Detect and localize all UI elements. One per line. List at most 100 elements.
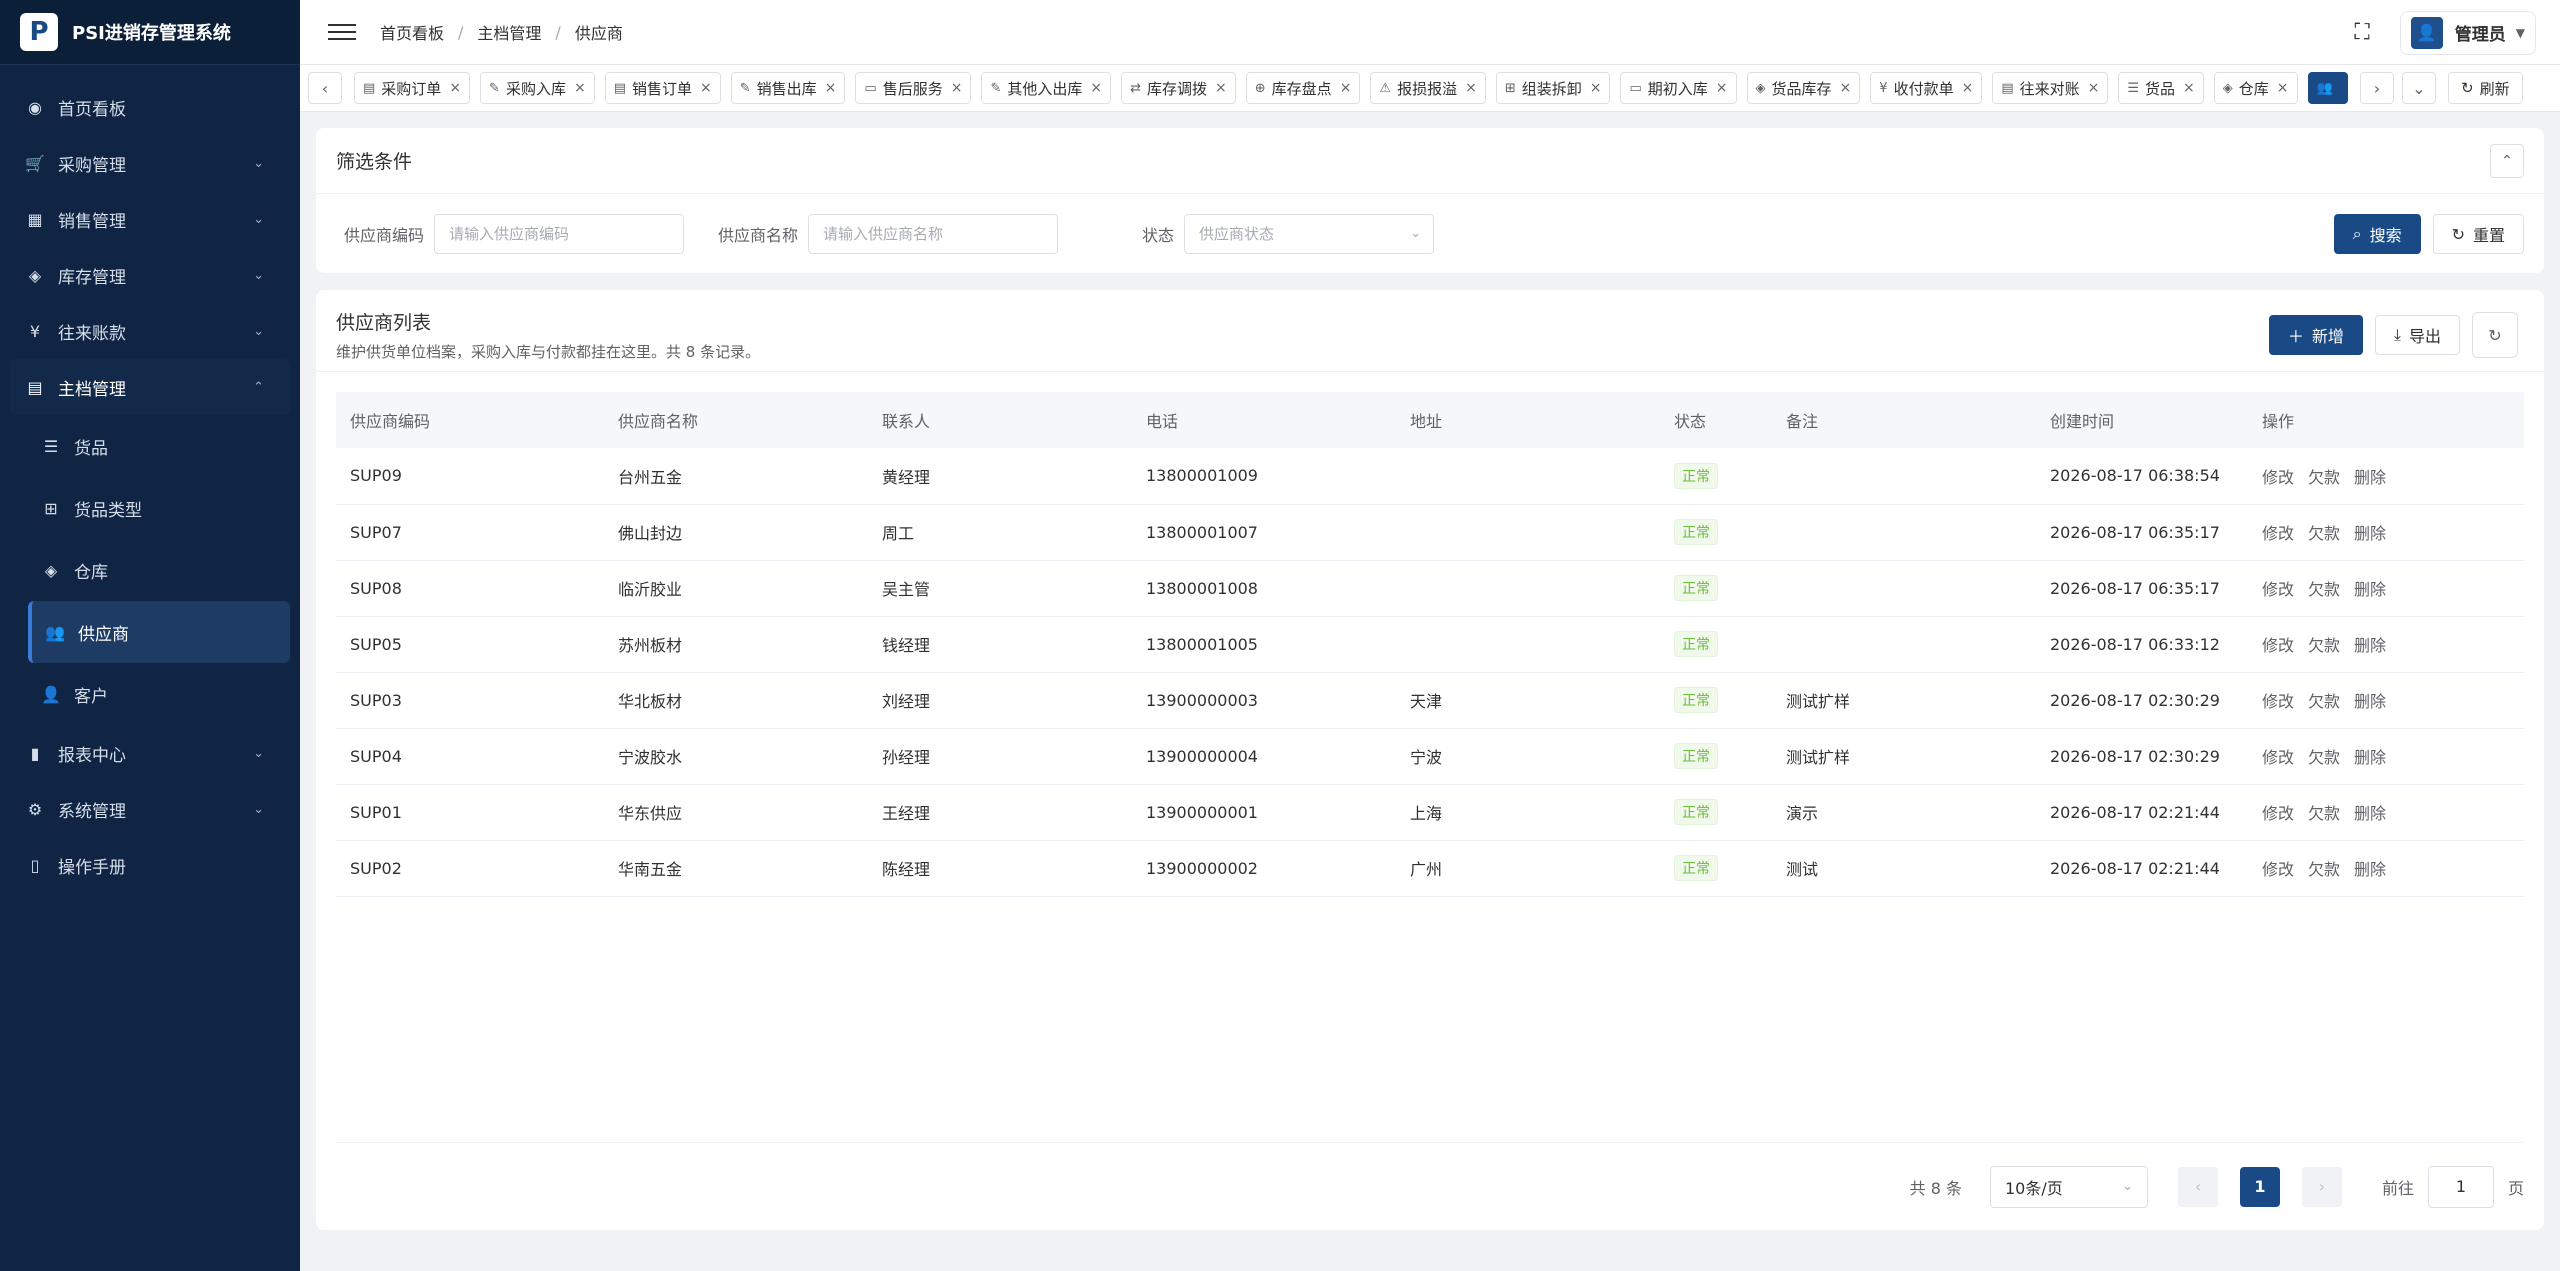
debt-button[interactable]: 欠款 <box>2308 636 2340 655</box>
sidebar-subitem-goods-type[interactable]: ⊞ 货品类型 <box>0 477 300 539</box>
delete-button[interactable]: 删除 <box>2354 636 2386 655</box>
tab-item[interactable]: ◈ 仓库 × <box>2213 72 2298 104</box>
fullscreen-icon[interactable]: ⛶ <box>2354 20 2369 45</box>
edit-button[interactable]: 修改 <box>2262 524 2294 543</box>
status-select[interactable]: 供应商状态 ⌄ <box>1184 213 1435 254</box>
edit-button[interactable]: 修改 <box>2262 468 2294 487</box>
menu-toggle-icon[interactable] <box>328 18 356 46</box>
delete-button[interactable]: 删除 <box>2354 468 2386 487</box>
breadcrumb-item[interactable]: 首页看板 <box>380 20 444 44</box>
close-icon[interactable]: × <box>574 80 586 96</box>
debt-button[interactable]: 欠款 <box>2308 524 2340 543</box>
close-icon[interactable]: × <box>1090 80 1102 96</box>
sidebar-subitem-supplier[interactable]: 👥 供应商 <box>28 601 290 663</box>
debt-button[interactable]: 欠款 <box>2308 748 2340 767</box>
tab-item[interactable]: ✎ 销售出库 × <box>730 72 846 104</box>
debt-button[interactable]: 欠款 <box>2308 860 2340 879</box>
search-button-label: 搜索 <box>2369 226 2402 245</box>
close-icon[interactable]: × <box>1340 80 1352 96</box>
close-icon[interactable]: × <box>1962 80 1974 96</box>
tab-item[interactable]: ▤ 往来对账 × <box>1992 72 2109 104</box>
next-page-button[interactable]: › <box>2301 1166 2342 1207</box>
tab-label: 其他入出库 <box>1007 79 1083 98</box>
edit-button[interactable]: 修改 <box>2262 692 2294 711</box>
sidebar-subitem-customer[interactable]: 👤 客户 <box>0 663 300 725</box>
close-icon[interactable]: × <box>1590 80 1602 96</box>
prev-page-button[interactable]: ‹ <box>2177 1166 2218 1207</box>
sidebar-item-sales[interactable]: ▦ 销售管理 ⌄ <box>0 191 300 247</box>
close-icon[interactable]: × <box>825 80 837 96</box>
tab-item[interactable]: ▤ 采购订单 × <box>354 72 471 104</box>
column-header: 联系人 <box>868 392 1132 448</box>
close-icon[interactable]: × <box>700 80 712 96</box>
close-icon[interactable]: × <box>1215 80 1227 96</box>
sidebar-item-accounts[interactable]: ¥ 往来账款 ⌄ <box>0 303 300 359</box>
close-icon[interactable]: × <box>2183 80 2195 96</box>
goto-page-input[interactable]: 1 <box>2427 1165 2494 1208</box>
cell-code: SUP09 <box>336 448 604 505</box>
sidebar-item-purchase[interactable]: 🛒 采购管理 ⌄ <box>0 135 300 191</box>
tab-item[interactable]: ▭ 期初入库 × <box>1620 72 1737 104</box>
delete-button[interactable]: 删除 <box>2354 580 2386 599</box>
sidebar-item-manual[interactable]: ▯ 操作手册 <box>0 837 300 893</box>
tabs-scroll-left-button[interactable]: ‹ <box>308 72 342 104</box>
delete-button[interactable]: 删除 <box>2354 692 2386 711</box>
reset-button[interactable]: ↻ 重置 <box>2432 214 2524 254</box>
logo[interactable]: P PSI进销存管理系统 <box>0 0 300 65</box>
close-icon[interactable]: × <box>2088 80 2100 96</box>
delete-button[interactable]: 删除 <box>2354 804 2386 823</box>
sidebar-item-system[interactable]: ⚙ 系统管理 ⌄ <box>0 781 300 837</box>
tab-item[interactable]: ¥ 收付款单 × <box>1870 72 1983 104</box>
breadcrumb-item[interactable]: 主档管理 <box>477 20 541 44</box>
tabs-scroll-right-button[interactable]: › <box>2360 72 2394 104</box>
sidebar-item-dashboard[interactable]: ◉ 首页看板 <box>0 79 300 135</box>
delete-button[interactable]: 删除 <box>2354 860 2386 879</box>
export-button[interactable]: ⤓ 导出 <box>2374 315 2460 355</box>
tab-item[interactable]: ☰ 货品 × <box>2118 72 2204 104</box>
sidebar-item-master[interactable]: ▤ 主档管理 ⌃ <box>10 359 290 415</box>
tab-item[interactable]: ✎ 其他入出库 × <box>981 72 1112 104</box>
supplier-name-input[interactable]: 请输入供应商名称 <box>808 213 1059 254</box>
close-icon[interactable]: × <box>1465 80 1477 96</box>
user-menu[interactable]: 👤 管理员 ▼ <box>2399 10 2536 55</box>
debt-button[interactable]: 欠款 <box>2308 580 2340 599</box>
page-size-select[interactable]: 10条/页 ⌄ <box>1989 1165 2148 1208</box>
edit-button[interactable]: 修改 <box>2262 860 2294 879</box>
debt-button[interactable]: 欠款 <box>2308 692 2340 711</box>
supplier-code-input[interactable]: 请输入供应商编码 <box>434 213 685 254</box>
tab-item-supplier[interactable]: 👥 <box>2307 72 2348 104</box>
tab-item[interactable]: ⇄ 库存调拨 × <box>1121 72 1236 104</box>
close-icon[interactable]: × <box>1840 80 1852 96</box>
tab-item[interactable]: ⚠ 报损报溢 × <box>1370 72 1486 104</box>
sidebar-subitem-goods[interactable]: ☰ 货品 <box>0 415 300 477</box>
tab-item[interactable]: ⊞ 组装拆卸 × <box>1495 72 1611 104</box>
close-icon[interactable]: × <box>2277 80 2289 96</box>
debt-button[interactable]: 欠款 <box>2308 804 2340 823</box>
tab-item[interactable]: ◈ 货品库存 × <box>1746 72 1861 104</box>
close-icon[interactable]: × <box>1716 80 1728 96</box>
tabs-menu-button[interactable]: ⌄ <box>2402 72 2436 104</box>
edit-button[interactable]: 修改 <box>2262 748 2294 767</box>
sidebar-item-inventory[interactable]: ◈ 库存管理 ⌄ <box>0 247 300 303</box>
tab-item[interactable]: ▤ 销售订单 × <box>604 72 721 104</box>
tab-item[interactable]: ⊕ 库存盘点 × <box>1245 72 1361 104</box>
debt-button[interactable]: 欠款 <box>2308 468 2340 487</box>
tab-item[interactable]: ▭ 售后服务 × <box>855 72 972 104</box>
add-button[interactable]: ＋ 新增 <box>2268 315 2363 355</box>
cell-status: 正常 <box>1660 504 1772 561</box>
delete-button[interactable]: 删除 <box>2354 748 2386 767</box>
close-icon[interactable]: × <box>951 80 963 96</box>
filter-collapse-button[interactable]: ⌃ <box>2490 144 2524 178</box>
reload-button[interactable]: ↻ <box>2472 312 2518 358</box>
tabs-refresh-button[interactable]: ↻ 刷新 <box>2448 72 2523 104</box>
page-number-current[interactable]: 1 <box>2239 1166 2280 1207</box>
tab-item[interactable]: ✎ 采购入库 × <box>480 72 595 104</box>
edit-button[interactable]: 修改 <box>2262 580 2294 599</box>
delete-button[interactable]: 删除 <box>2354 524 2386 543</box>
search-button[interactable]: ⌕ 搜索 <box>2333 214 2421 254</box>
sidebar-item-reports[interactable]: ▮ 报表中心 ⌄ <box>0 725 300 781</box>
close-icon[interactable]: × <box>449 80 461 96</box>
edit-button[interactable]: 修改 <box>2262 636 2294 655</box>
edit-button[interactable]: 修改 <box>2262 804 2294 823</box>
sidebar-subitem-warehouse[interactable]: ◈ 仓库 <box>0 539 300 601</box>
